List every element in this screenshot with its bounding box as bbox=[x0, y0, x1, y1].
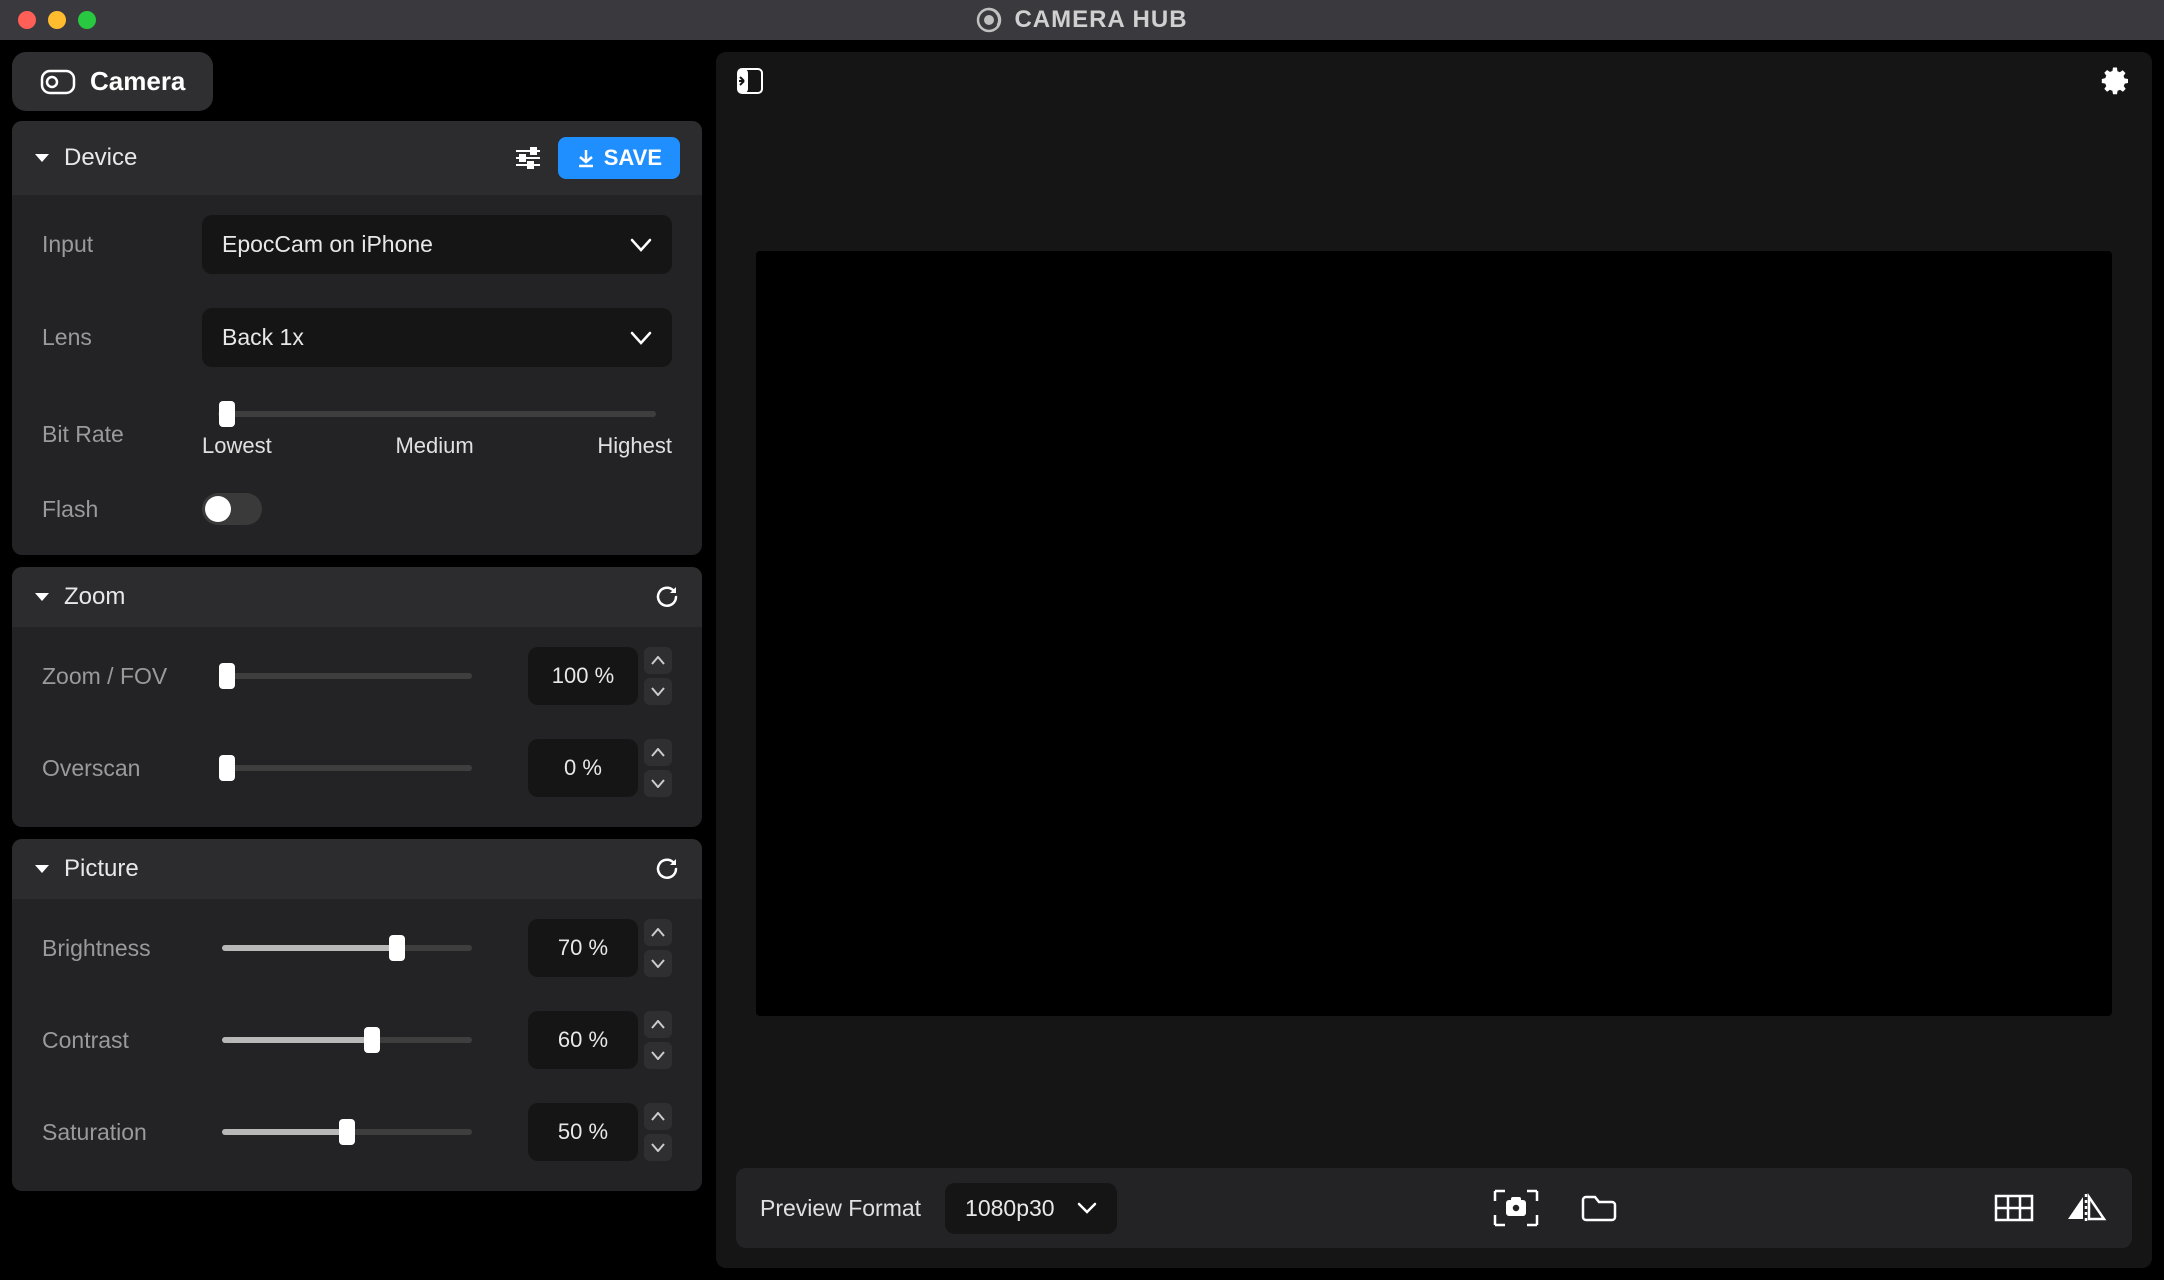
title-center: CAMERA HUB bbox=[0, 6, 2164, 34]
main-area: Preview Format 1080p30 bbox=[716, 52, 2152, 1268]
preview-format-label: Preview Format bbox=[760, 1195, 921, 1222]
overscan-value[interactable]: 0 % bbox=[528, 739, 638, 797]
traffic-lights bbox=[18, 11, 96, 29]
bottom-bar: Preview Format 1080p30 bbox=[736, 1168, 2132, 1248]
collapse-panel-icon[interactable] bbox=[736, 67, 764, 95]
contrast-slider[interactable] bbox=[222, 1037, 472, 1043]
zoom-slider[interactable] bbox=[222, 673, 472, 679]
folder-button[interactable] bbox=[1580, 1193, 1618, 1223]
sidebar: Camera Device bbox=[12, 52, 712, 1268]
device-panel: Device bbox=[12, 121, 702, 555]
device-header-label: Device bbox=[64, 144, 137, 172]
zoom-panel-header[interactable]: Zoom bbox=[12, 567, 702, 627]
flash-toggle[interactable] bbox=[202, 493, 262, 525]
saturation-slider[interactable] bbox=[222, 1129, 472, 1135]
minimize-window-button[interactable] bbox=[48, 11, 66, 29]
video-preview bbox=[756, 251, 2112, 1016]
picture-panel: Picture Brightness bbox=[12, 839, 702, 1191]
chevron-down-icon bbox=[34, 152, 50, 164]
save-label: SAVE bbox=[604, 145, 662, 171]
chevron-down-icon bbox=[630, 238, 652, 252]
bitrate-label: Bit Rate bbox=[42, 401, 182, 448]
zoom-fov-label: Zoom / FOV bbox=[42, 663, 202, 690]
overscan-step-down[interactable] bbox=[644, 770, 672, 797]
chevron-down-icon bbox=[1077, 1202, 1097, 1214]
app-logo-icon bbox=[976, 7, 1002, 33]
lens-select[interactable]: Back 1x bbox=[202, 308, 672, 367]
reset-picture-button[interactable] bbox=[654, 856, 680, 882]
lens-label: Lens bbox=[42, 324, 182, 351]
device-panel-header[interactable]: Device bbox=[12, 121, 702, 195]
settings-gear-icon[interactable] bbox=[2098, 64, 2132, 98]
panels-scroll[interactable]: Device bbox=[12, 121, 712, 1268]
close-window-button[interactable] bbox=[18, 11, 36, 29]
overscan-label: Overscan bbox=[42, 755, 202, 782]
mode-label: Camera bbox=[90, 66, 185, 97]
title-bar: CAMERA HUB bbox=[0, 0, 2164, 40]
zoom-value[interactable]: 100 % bbox=[528, 647, 638, 705]
bitrate-lowest-label: Lowest bbox=[202, 433, 272, 459]
preview-format-select[interactable]: 1080p30 bbox=[945, 1183, 1117, 1234]
saturation-step-up[interactable] bbox=[644, 1103, 672, 1130]
input-value: EpocCam on iPhone bbox=[222, 231, 433, 258]
brightness-step-up[interactable] bbox=[644, 919, 672, 946]
zoom-step-up[interactable] bbox=[644, 647, 672, 674]
input-label: Input bbox=[42, 231, 182, 258]
flip-mirror-button[interactable] bbox=[2064, 1193, 2108, 1223]
brightness-slider[interactable] bbox=[222, 945, 472, 951]
zoom-panel: Zoom Zoom / FOV bbox=[12, 567, 702, 827]
flash-label: Flash bbox=[42, 496, 182, 523]
contrast-value[interactable]: 60 % bbox=[528, 1011, 638, 1069]
adjust-sliders-icon[interactable] bbox=[514, 146, 542, 170]
save-button[interactable]: SAVE bbox=[558, 137, 680, 179]
zoom-header-label: Zoom bbox=[64, 583, 125, 611]
input-select[interactable]: EpocCam on iPhone bbox=[202, 215, 672, 274]
camera-icon bbox=[40, 69, 76, 95]
bitrate-medium-label: Medium bbox=[395, 433, 473, 459]
lens-value: Back 1x bbox=[222, 324, 304, 351]
bitrate-slider[interactable] bbox=[218, 411, 656, 417]
saturation-label: Saturation bbox=[42, 1119, 202, 1146]
chevron-down-icon bbox=[34, 591, 50, 603]
overscan-slider[interactable] bbox=[222, 765, 472, 771]
preview-format-value: 1080p30 bbox=[965, 1195, 1055, 1222]
picture-panel-header[interactable]: Picture bbox=[12, 839, 702, 899]
camera-mode-button[interactable]: Camera bbox=[12, 52, 213, 111]
reset-zoom-button[interactable] bbox=[654, 584, 680, 610]
overscan-step-up[interactable] bbox=[644, 739, 672, 766]
download-icon bbox=[576, 148, 596, 168]
contrast-label: Contrast bbox=[42, 1027, 202, 1054]
bitrate-highest-label: Highest bbox=[597, 433, 672, 459]
grid-overlay-button[interactable] bbox=[1994, 1194, 2034, 1222]
snapshot-button[interactable] bbox=[1492, 1188, 1540, 1228]
app-title: CAMERA HUB bbox=[1014, 6, 1187, 34]
contrast-step-up[interactable] bbox=[644, 1011, 672, 1038]
chevron-down-icon bbox=[630, 331, 652, 345]
brightness-label: Brightness bbox=[42, 935, 202, 962]
brightness-step-down[interactable] bbox=[644, 950, 672, 977]
brightness-value[interactable]: 70 % bbox=[528, 919, 638, 977]
saturation-step-down[interactable] bbox=[644, 1134, 672, 1161]
saturation-value[interactable]: 50 % bbox=[528, 1103, 638, 1161]
maximize-window-button[interactable] bbox=[78, 11, 96, 29]
zoom-step-down[interactable] bbox=[644, 678, 672, 705]
contrast-step-down[interactable] bbox=[644, 1042, 672, 1069]
picture-header-label: Picture bbox=[64, 855, 139, 883]
chevron-down-icon bbox=[34, 863, 50, 875]
